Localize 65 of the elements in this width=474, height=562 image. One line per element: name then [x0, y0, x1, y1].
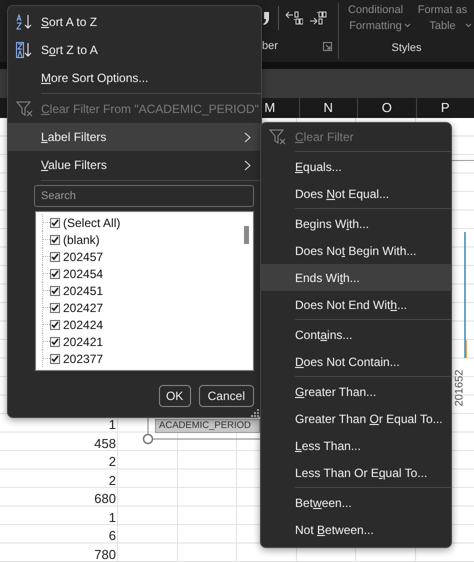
decrease-decimal-icon[interactable]	[309, 11, 327, 25]
menu-item[interactable]: Equals...	[261, 153, 451, 180]
menu-item[interactable]: Less Than Or Equal To...	[261, 459, 451, 486]
comma-style-icon[interactable]	[262, 10, 272, 26]
checkbox[interactable]	[50, 268, 60, 278]
menu-item[interactable]: Label Filters	[8, 123, 261, 151]
group-label: ber	[262, 40, 278, 52]
checkbox[interactable]	[50, 234, 60, 244]
checkbox-label[interactable]: 202454	[63, 266, 104, 280]
sort-descending-icon	[16, 42, 34, 58]
dialog-button[interactable]: OK	[158, 385, 191, 407]
menu-item[interactable]: Sort Z to A	[8, 36, 261, 64]
cell-value: 680	[93, 490, 116, 508]
cell-value: 1	[108, 416, 116, 434]
checkbox-label[interactable]: (Select All)	[63, 216, 120, 230]
checkbox-label[interactable]: 202421	[63, 334, 104, 348]
menu-item[interactable]: Contains...	[261, 321, 451, 348]
search-field[interactable]: Search	[34, 185, 254, 207]
menu-item[interactable]: Does Not Contain...	[261, 348, 451, 375]
checkbox[interactable]	[50, 252, 60, 262]
menu-item[interactable]: Greater Than...	[261, 378, 451, 405]
checkbox-label[interactable]: 202424	[63, 318, 104, 332]
checkbox-label[interactable]: 202427	[63, 300, 104, 314]
scrollbar-thumb[interactable]	[244, 226, 249, 244]
clear-filter-icon	[269, 128, 287, 144]
chevron-right-icon	[244, 160, 251, 170]
checkbox[interactable]	[50, 354, 60, 364]
menu-item[interactable]: Less Than...	[261, 432, 451, 459]
cell-value: 6	[108, 527, 116, 545]
cell-value: 458	[93, 434, 116, 452]
increase-decimal-icon[interactable]	[285, 11, 303, 25]
dialog-launcher-icon[interactable]	[323, 42, 332, 50]
field-button[interactable]: ACADEMIC_PERIOD	[155, 419, 260, 433]
cell-value: 1	[108, 508, 116, 526]
menu-item[interactable]: Ends With...	[261, 264, 451, 291]
menu-item[interactable]: Value Filters	[8, 151, 261, 179]
menu-item[interactable]: Does Not Equal...	[261, 180, 451, 207]
checkbox[interactable]	[50, 286, 60, 296]
cell-value: 2	[108, 453, 116, 471]
cell-value: 2	[108, 472, 116, 490]
checkbox-label[interactable]: 202377	[63, 352, 104, 366]
caret-icon	[404, 23, 410, 28]
cell-value: 780	[93, 546, 116, 562]
checkbox[interactable]	[50, 336, 60, 346]
menu-item[interactable]: Between...	[261, 489, 451, 516]
menu-item[interactable]: Does Not End With...	[261, 291, 451, 318]
menu-item[interactable]: Sort A to Z	[8, 8, 261, 36]
menu-item[interactable]: Does Not Begin With...	[261, 237, 451, 264]
group-label: Styles	[392, 42, 422, 54]
checkbox[interactable]	[50, 218, 60, 228]
checkbox-label[interactable]: 202457	[63, 250, 104, 264]
caret-icon	[464, 23, 472, 28]
menu-item[interactable]: Greater Than Or Equal To...	[261, 405, 451, 432]
checkbox[interactable]	[50, 320, 60, 330]
checkbox[interactable]	[50, 302, 60, 312]
menu-item[interactable]: Begins With...	[261, 210, 451, 237]
sort-ascending-icon	[16, 14, 34, 30]
menu-item[interactable]: Not Between...	[261, 516, 451, 543]
axis-label: 201652	[453, 370, 466, 406]
checkbox-label[interactable]: (blank)	[63, 232, 100, 246]
clear-filter-icon	[16, 101, 34, 117]
dialog-button[interactable]: Cancel	[198, 385, 254, 407]
chevron-right-icon	[244, 132, 251, 142]
checkbox-label[interactable]: 202451	[63, 284, 104, 298]
resize-grip-icon[interactable]	[251, 409, 259, 417]
